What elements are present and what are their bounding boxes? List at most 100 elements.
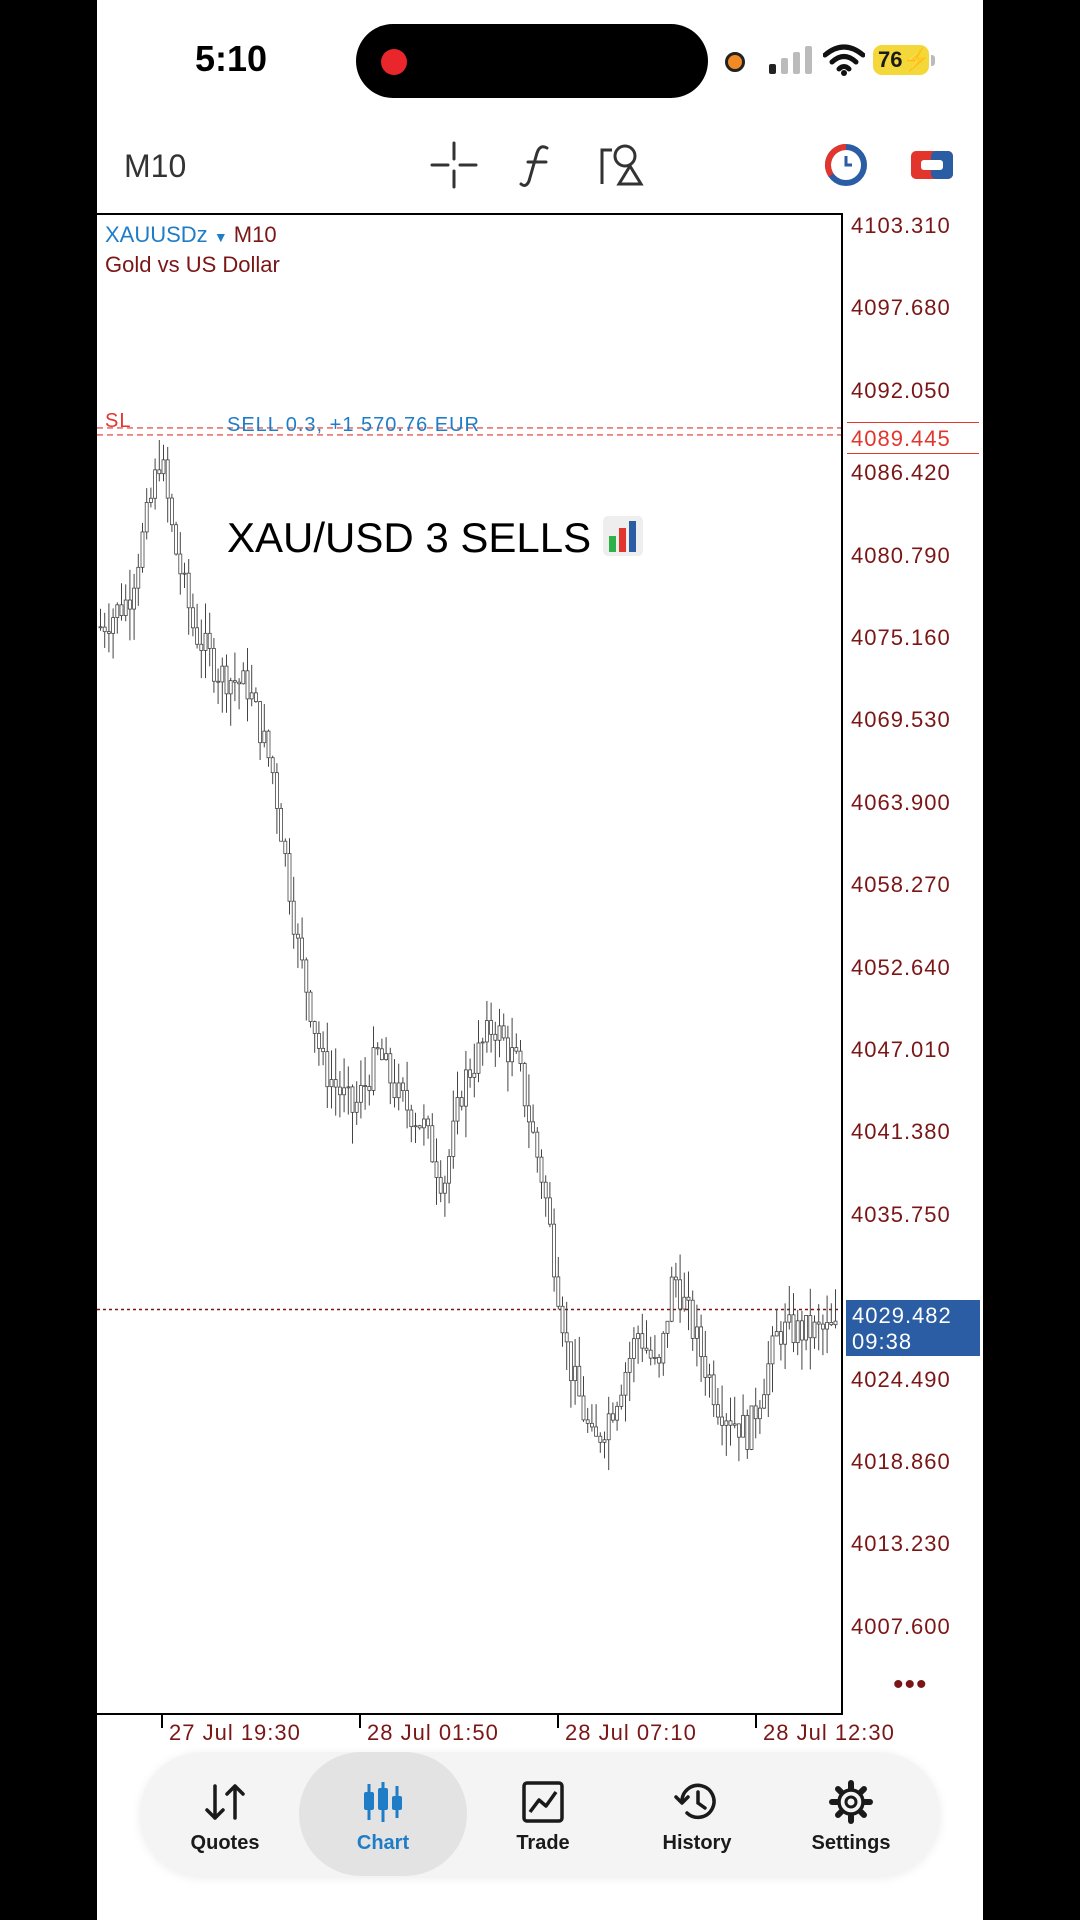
- price-label: 4024.490: [851, 1366, 951, 1392]
- symbol-header[interactable]: XAUUSDz ▼ M10: [105, 222, 277, 248]
- candle: [665, 1320, 670, 1348]
- candle: [291, 876, 296, 949]
- candle: [816, 1304, 821, 1351]
- candle: [149, 487, 153, 508]
- candle: [497, 1008, 502, 1058]
- time-tick: [755, 1714, 757, 1728]
- candle: [295, 923, 300, 969]
- candle: [329, 1050, 334, 1109]
- candle: [396, 1063, 401, 1111]
- candle: [573, 1338, 578, 1405]
- candle: [577, 1336, 582, 1397]
- indicators-function-icon[interactable]: [513, 140, 563, 190]
- candlestick-icon: [364, 1782, 402, 1822]
- candle: [821, 1314, 825, 1356]
- gear-icon: [829, 1780, 873, 1824]
- candle: [203, 603, 208, 679]
- price-label: 4086.420: [851, 460, 951, 486]
- status-time: 5:10: [195, 38, 268, 79]
- candle: [379, 1038, 384, 1061]
- candle: [745, 1409, 750, 1459]
- candle: [627, 1341, 632, 1402]
- candle: [136, 553, 141, 606]
- candle: [695, 1304, 699, 1367]
- candle: [216, 668, 220, 705]
- symbol-description: Gold vs US Dollar: [105, 252, 280, 277]
- current-price-label: 4029.482 09:38: [846, 1300, 980, 1356]
- candle: [539, 1149, 544, 1200]
- tab-quotes[interactable]: Quotes: [150, 1752, 300, 1876]
- candle: [770, 1326, 775, 1393]
- timeframe-selector[interactable]: M10: [124, 148, 186, 185]
- symbol-name[interactable]: XAUUSDz: [105, 222, 208, 247]
- candle: [674, 1262, 678, 1298]
- candle: [703, 1330, 708, 1396]
- trade-order-icon[interactable]: [907, 140, 957, 190]
- tab-trade[interactable]: Trade: [468, 1752, 618, 1876]
- candle: [363, 1057, 368, 1110]
- candle: [258, 700, 263, 760]
- candle: [766, 1341, 771, 1418]
- candle: [270, 755, 275, 785]
- candle: [98, 608, 103, 631]
- line-chart-icon: [522, 1781, 564, 1823]
- price-label: 4018.860: [851, 1449, 951, 1474]
- symbol-timeframe: M10: [233, 222, 277, 247]
- candle: [682, 1272, 687, 1312]
- price-label: 4007.600: [851, 1613, 951, 1639]
- stop-loss-label: SL: [105, 410, 132, 432]
- candle: [825, 1295, 829, 1354]
- tab-history[interactable]: History: [622, 1752, 772, 1876]
- candle: [212, 638, 216, 693]
- candle: [321, 1031, 326, 1066]
- candle: [808, 1288, 813, 1370]
- candle: [800, 1310, 804, 1370]
- candle: [459, 1090, 464, 1111]
- candle: [237, 678, 242, 710]
- candle: [653, 1335, 657, 1365]
- candle: [123, 584, 128, 622]
- battery-level: 76: [878, 47, 903, 72]
- price-chart[interactable]: [97, 213, 843, 1715]
- candle: [161, 444, 166, 482]
- tab-label: Quotes: [190, 1832, 260, 1854]
- candle: [560, 1296, 565, 1347]
- time-label: 27 Jul 19:30: [169, 1720, 301, 1745]
- symbol-dropdown-icon[interactable]: ▼: [214, 229, 228, 245]
- app-screen: 5:10 76⚡ M10 XAUUSDz ▼ M10 Gold vs US Do…: [97, 0, 983, 1920]
- tab-chart[interactable]: Chart: [299, 1752, 467, 1876]
- candle: [115, 602, 120, 634]
- candle: [170, 493, 174, 532]
- candle: [304, 957, 309, 1021]
- objects-shapes-icon[interactable]: [597, 140, 647, 190]
- candle: [632, 1327, 636, 1383]
- sell-position-label[interactable]: SELL 0.3, +1 570.76 EUR: [227, 414, 480, 437]
- crosshair-icon[interactable]: [429, 140, 479, 190]
- one-click-trading-icon[interactable]: [821, 140, 871, 190]
- candle: [442, 1175, 447, 1217]
- price-label: 4063.900: [851, 789, 951, 815]
- candle: [564, 1301, 569, 1371]
- candle: [611, 1402, 615, 1423]
- tab-settings[interactable]: Settings: [776, 1752, 926, 1876]
- wifi-icon: [823, 44, 865, 76]
- candle: [493, 1021, 498, 1067]
- candle: [615, 1401, 619, 1431]
- battery-indicator: 76⚡: [873, 45, 930, 75]
- candle: [602, 1431, 607, 1459]
- candle: [707, 1363, 712, 1398]
- price-label: 4092.050: [851, 377, 951, 403]
- candle: [367, 1074, 372, 1106]
- candle: [417, 1124, 422, 1130]
- price-label: 4075.160: [851, 625, 951, 650]
- sell-price-label: 4089.445: [847, 422, 979, 454]
- overlay-title-text: XAU/USD 3 SELLS: [227, 514, 592, 561]
- candlestick-chart[interactable]: [97, 215, 841, 1715]
- more-options-icon[interactable]: •••: [893, 1668, 928, 1702]
- price-label: 4041.380: [851, 1119, 951, 1145]
- bar-chart-emoji-icon: [602, 516, 643, 556]
- candle: [262, 703, 267, 748]
- candle: [589, 1404, 594, 1432]
- candle: [804, 1315, 808, 1351]
- candle: [552, 1208, 557, 1292]
